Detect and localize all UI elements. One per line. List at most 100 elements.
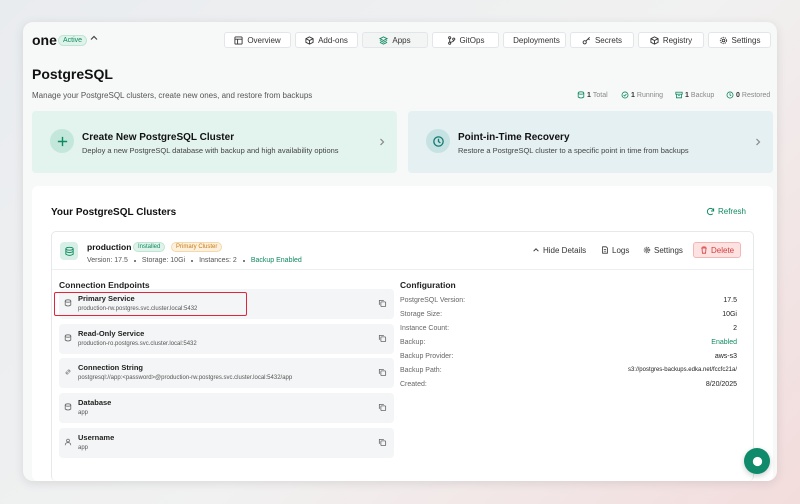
endpoint-value[interactable]: app <box>78 445 88 451</box>
endpoint-value[interactable]: app <box>78 410 88 416</box>
box-icon <box>650 35 659 45</box>
clock-icon <box>426 129 450 153</box>
stat-restored-label: Restored <box>741 91 771 99</box>
stat-backup-label: Backup <box>690 91 715 99</box>
copy-icon[interactable] <box>378 403 387 412</box>
clusters-title: Your PostgreSQL Clusters <box>51 207 177 218</box>
hide-details-label: Hide Details <box>543 245 587 255</box>
config-row: Instance Count: 2 <box>400 325 737 337</box>
stat-backup-value: 1 <box>685 91 689 99</box>
cluster-settings-button[interactable]: Settings <box>643 242 683 258</box>
nav-apps[interactable]: Apps <box>362 32 428 48</box>
config-row: Backup Provider: aws-s3 <box>400 353 737 365</box>
database-icon <box>64 334 72 342</box>
chat-button[interactable] <box>744 448 770 474</box>
config-value: 8/20/2025 <box>705 381 737 388</box>
nav-add-ons-label: Add-ons <box>318 35 348 45</box>
config-label: PostgreSQL Version: <box>400 297 466 304</box>
nav-add-ons[interactable]: Add-ons <box>295 32 358 48</box>
copy-icon[interactable] <box>378 334 387 343</box>
copy-icon[interactable] <box>378 368 387 377</box>
config-label: Storage Size: <box>400 311 443 318</box>
page-title: PostgreSQL <box>32 66 113 82</box>
point-in-time-recovery-card[interactable]: Point-in-Time Recovery Restore a Postgre… <box>408 111 773 173</box>
endpoint-label: Database <box>78 398 112 407</box>
chevron-up-icon[interactable] <box>89 33 99 43</box>
endpoint-value[interactable]: postgresql://app:<password>@production-r… <box>78 375 292 381</box>
config-label: Backup Provider: <box>400 353 454 360</box>
chevron-up-icon <box>533 248 539 252</box>
stat-running-value: 1 <box>631 91 635 99</box>
config-value: 17.5 <box>723 297 737 304</box>
nav-deployments[interactable]: Deployments <box>503 32 566 48</box>
copy-icon[interactable] <box>378 299 387 308</box>
cluster-name: production <box>87 242 132 252</box>
chevron-right-icon <box>380 138 385 146</box>
logs-button[interactable]: Logs <box>601 242 629 258</box>
config-label: Backup: <box>400 339 426 346</box>
hide-details-button[interactable]: Hide Details <box>532 242 586 258</box>
endpoint-label: Read-Only Service <box>78 329 145 338</box>
stat-backup: 1 Backup <box>675 91 714 99</box>
user-icon <box>64 438 72 446</box>
endpoint-database: Database app <box>59 393 394 423</box>
cluster-backup-status: Backup Enabled <box>250 257 302 264</box>
check-circle-icon <box>621 91 629 99</box>
link-icon <box>65 369 71 375</box>
nav-gitops[interactable]: GitOps <box>432 32 499 48</box>
nav-settings[interactable]: Settings <box>708 32 771 48</box>
recovery-title: Point-in-Time Recovery <box>458 132 570 143</box>
nav-secrets-label: Secrets <box>594 35 623 45</box>
separator-dot <box>133 259 136 262</box>
cluster-settings-label: Settings <box>654 245 683 255</box>
cluster-instances: Instances: 2 <box>199 257 237 264</box>
refresh-icon <box>706 207 715 216</box>
database-icon <box>60 242 78 260</box>
layers-icon <box>379 35 389 45</box>
gear-icon <box>719 36 727 44</box>
primary-cluster-badge: Primary Cluster <box>171 242 223 252</box>
nav-overview-label: Overview <box>247 35 281 45</box>
create-cluster-description: Deploy a new PostgreSQL database with ba… <box>82 146 339 155</box>
plus-icon <box>50 129 74 153</box>
copy-icon[interactable] <box>378 438 387 447</box>
chevron-right-icon <box>756 138 761 146</box>
config-value: Enabled <box>711 339 737 346</box>
nav-apps-label: Apps <box>392 35 411 45</box>
nav-secrets[interactable]: Secrets <box>570 32 634 48</box>
stat-running: 1 Running <box>621 91 663 99</box>
stat-total-label: Total <box>592 91 608 99</box>
config-label: Instance Count: <box>400 325 450 332</box>
separator-dot <box>242 259 245 262</box>
status-badge: Active <box>58 35 88 46</box>
nav-gitops-label: GitOps <box>459 35 485 45</box>
config-row: Backup: Enabled <box>400 339 737 351</box>
configuration-title: Configuration <box>400 280 456 290</box>
layout-icon <box>234 35 243 45</box>
config-label: Backup Path: <box>400 367 442 374</box>
config-value: 2 <box>733 325 737 332</box>
cluster-version: Version: 17.5 <box>87 257 128 264</box>
endpoint-username: Username app <box>59 428 394 458</box>
endpoint-read-only-service: Read-Only Service production-ro.postgres… <box>59 324 394 354</box>
brand-logo[interactable]: one <box>32 32 57 48</box>
endpoint-label: Username <box>78 433 115 442</box>
installed-badge: Installed <box>133 242 166 252</box>
config-value: s3://postgres-backups.edka.net/fccfc21a/ <box>627 367 737 373</box>
refresh-button[interactable]: Refresh <box>706 207 746 216</box>
config-row: Backup Path: s3://postgres-backups.edka.… <box>400 367 737 379</box>
delete-button[interactable]: Delete <box>693 242 742 258</box>
nav-overview[interactable]: Overview <box>224 32 291 48</box>
archive-icon <box>675 91 683 99</box>
endpoint-value[interactable]: production-ro.postgres.svc.cluster.local… <box>78 341 197 347</box>
git-branch-icon <box>447 35 455 45</box>
endpoint-connection-string: Connection String postgresql://app:<pass… <box>59 358 394 388</box>
nav-registry[interactable]: Registry <box>638 32 704 48</box>
stat-total: 1 Total <box>577 91 608 99</box>
nav-registry-label: Registry <box>662 35 693 45</box>
app-window: one Active Overview Add-ons Apps GitOps … <box>23 22 777 481</box>
stat-running-label: Running <box>636 91 663 99</box>
create-cluster-card[interactable]: Create New PostgreSQL Cluster Deploy a n… <box>32 111 397 173</box>
stat-total-value: 1 <box>587 91 591 99</box>
gear-icon <box>643 246 651 254</box>
